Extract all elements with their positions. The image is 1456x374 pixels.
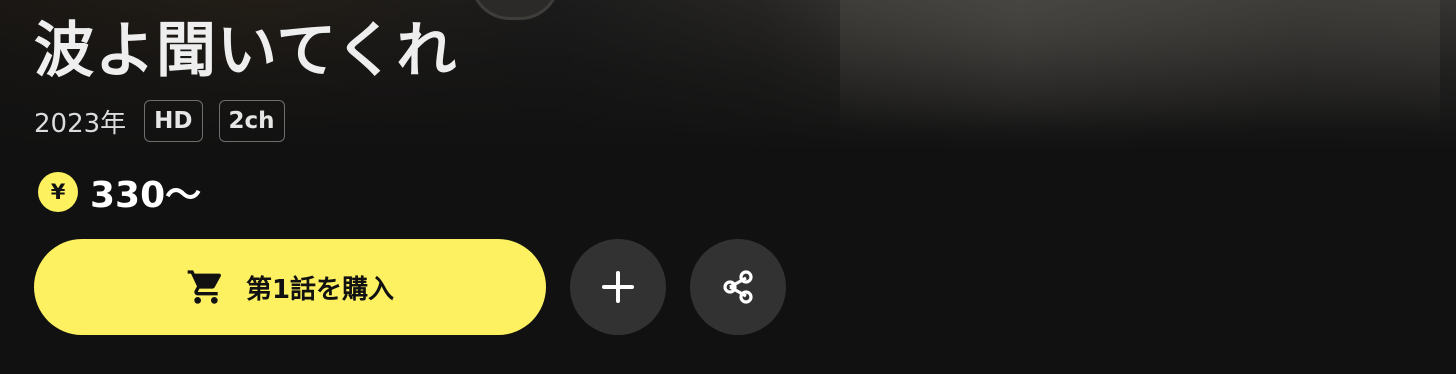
buy-episode-button[interactable]: 第1話を購入: [34, 239, 546, 335]
share-icon: [718, 267, 758, 307]
yen-icon: ¥: [38, 172, 78, 212]
price-value: 330〜: [90, 175, 202, 216]
quality-badge: HD: [144, 100, 203, 142]
release-year: 2023年: [34, 108, 127, 139]
buy-button-label: 第1話を購入: [245, 274, 395, 305]
add-to-list-button[interactable]: [570, 239, 666, 335]
meta-row: 2023年 HD 2ch: [34, 100, 301, 142]
cart-icon: [186, 267, 226, 307]
page-title: 波よ聞いてくれ: [34, 16, 458, 86]
share-button[interactable]: [690, 239, 786, 335]
action-bar: 第1話を購入: [34, 239, 786, 335]
plus-icon: [598, 267, 638, 307]
title-detail-panel: 波よ聞いてくれ 2023年 HD 2ch ¥ 330〜 第1話を購入: [34, 0, 1034, 374]
audio-badge: 2ch: [218, 100, 285, 142]
price-row: ¥ 330〜: [38, 172, 201, 216]
